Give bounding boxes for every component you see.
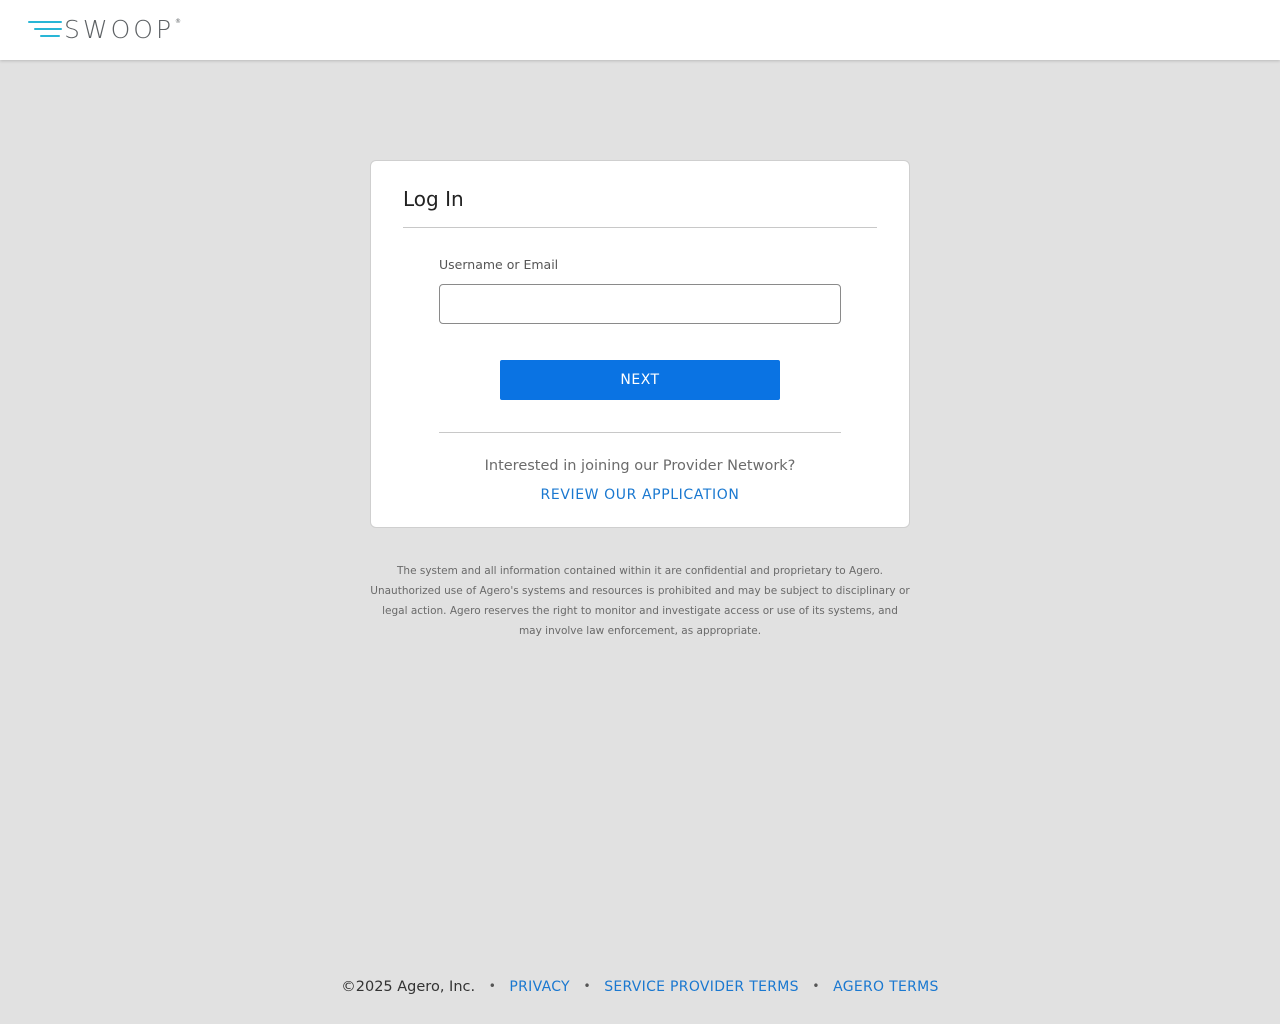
page-footer: ©2025 Agero, Inc. • PRIVACY • SERVICE PR… — [0, 979, 1280, 995]
speed-lines-icon — [28, 17, 64, 43]
footer-separator: • — [488, 979, 496, 993]
join-network-prompt: Interested in joining our Provider Netwo… — [484, 458, 796, 474]
card-divider — [439, 432, 841, 433]
username-input[interactable] — [439, 284, 841, 324]
login-card: Log In Username or Email NEXT Interested… — [370, 160, 910, 528]
logo-registered-mark: ® — [175, 18, 182, 25]
footer-separator: • — [812, 979, 820, 993]
username-label: Username or Email — [439, 257, 559, 272]
copyright-text: ©2025 Agero, Inc. — [341, 979, 476, 995]
logo-wordmark: SWOOP — [64, 15, 175, 44]
review-application-link[interactable]: REVIEW OUR APPLICATION — [371, 487, 909, 503]
title-divider — [403, 227, 877, 228]
swoop-logo[interactable]: SWOOP ® — [28, 17, 200, 43]
privacy-link[interactable]: PRIVACY — [509, 979, 570, 995]
agero-terms-link[interactable]: AGERO TERMS — [833, 979, 939, 995]
service-provider-terms-link[interactable]: SERVICE PROVIDER TERMS — [604, 979, 799, 995]
page-title: Log In — [403, 187, 464, 211]
next-button[interactable]: NEXT — [500, 360, 780, 400]
top-header: SWOOP ® — [0, 0, 1280, 60]
footer-separator: • — [583, 979, 591, 993]
confidentiality-disclaimer: The system and all information contained… — [370, 565, 910, 637]
